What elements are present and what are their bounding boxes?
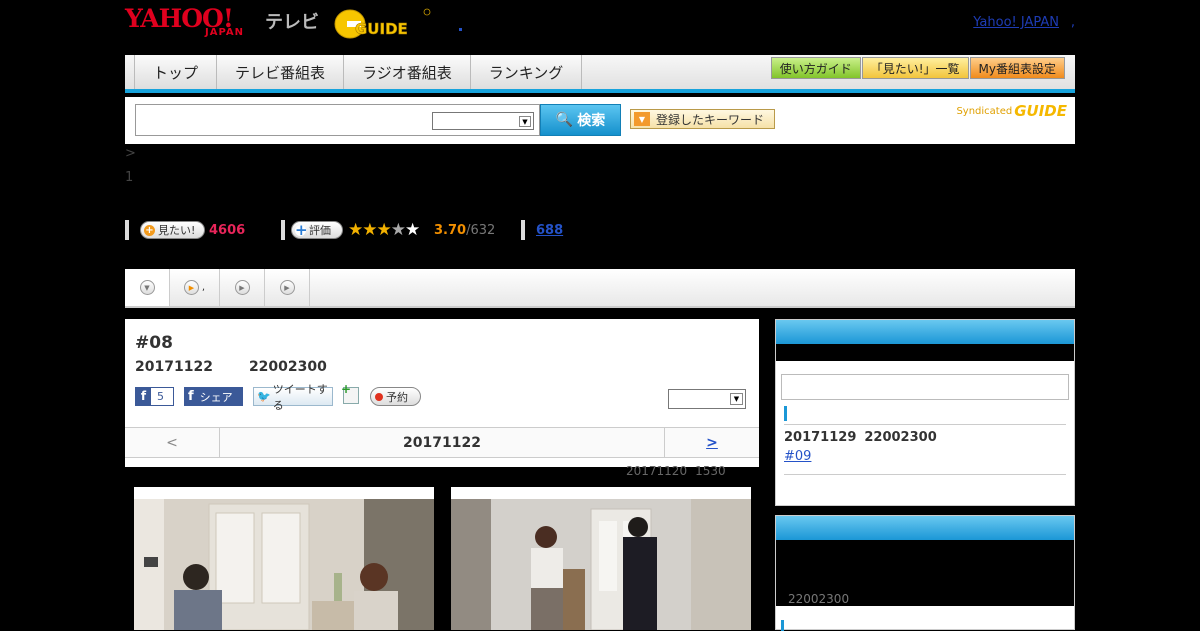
- tab-4[interactable]: ▶: [265, 269, 310, 306]
- facebook-share-button[interactable]: f シェア: [184, 387, 243, 406]
- search-icon: 🔍: [555, 112, 574, 128]
- search-button[interactable]: 🔍 検索: [540, 104, 621, 136]
- rate-label: 評価: [309, 224, 331, 237]
- search-category-select[interactable]: ▼: [432, 112, 534, 130]
- play-icon: ▶: [234, 280, 250, 295]
- episode-photo-2[interactable]: [451, 487, 751, 630]
- dropdown-arrow-icon: ▼: [634, 112, 650, 126]
- review-count-link[interactable]: 688: [536, 223, 563, 238]
- related-header: [776, 516, 1074, 540]
- tab-1[interactable]: ▼: [125, 269, 170, 306]
- program-stats: + 見たい! 4606 + 評価 ★★★★★ 3.70/632 688: [125, 220, 1075, 242]
- saved-keywords-button[interactable]: ▼ 登録したキーワード: [630, 109, 775, 129]
- prev-episode-button[interactable]: <: [125, 428, 220, 457]
- reserve-label: 予約: [386, 390, 408, 404]
- want-count: 4606: [209, 223, 246, 238]
- chevron-down-icon: ▼: [519, 116, 531, 127]
- episode-time: 22002300: [248, 359, 327, 375]
- top-link-separator: ,: [1070, 15, 1075, 30]
- episode-navigation: < 20171122 >: [125, 427, 759, 458]
- breadcrumb: >: [125, 146, 136, 161]
- facebook-icon: f: [188, 389, 194, 404]
- yahoo-japan-link[interactable]: Yahoo! JAPAN: [973, 15, 1059, 30]
- side-search-input[interactable]: [781, 374, 1069, 400]
- next-episode-title-link[interactable]: #09: [784, 449, 811, 464]
- side-section-marker: [784, 406, 787, 421]
- nav-radio-listings[interactable]: ラジオ番組表: [343, 55, 470, 89]
- facebook-share-label: シェア: [199, 390, 233, 404]
- next-episode-link[interactable]: >: [664, 428, 759, 457]
- episode-title: #08: [135, 333, 173, 353]
- breadcrumb-sub: 1: [125, 170, 134, 185]
- want-label: 見たい!: [158, 224, 196, 237]
- search-bar: ▼ 🔍 検索 ▼ 登録したキーワード Syndicated GUIDE: [125, 97, 1075, 144]
- next-broadcast-panel: 20171129 22002300 #09: [775, 319, 1075, 506]
- episode-photo-1[interactable]: [134, 487, 434, 630]
- gguide-logo[interactable]: GUIDE: [333, 6, 431, 40]
- rating-stars: ★★★★★: [348, 220, 420, 240]
- twitter-bird-icon: 🐦: [257, 390, 271, 403]
- episode-select[interactable]: ▼: [668, 389, 746, 409]
- add-calendar-icon[interactable]: [341, 382, 359, 404]
- facebook-like-count: 5: [157, 390, 164, 403]
- episode-date: 20171122: [135, 359, 213, 375]
- chevron-down-icon: ▼: [139, 280, 155, 295]
- facebook-like-button[interactable]: f 5: [135, 387, 174, 406]
- usage-guide-button[interactable]: 使い方ガイド: [770, 57, 861, 79]
- related-airtime: 22002300: [788, 592, 850, 606]
- episode-airtime: 20171122 22002300: [135, 359, 327, 375]
- main-navbar: トップ テレビ番組表 ラジオ番組表 ランキング 使い方ガイド 「見たい!」一覧 …: [125, 55, 1075, 93]
- scene-image-2: [451, 499, 751, 630]
- tab-3[interactable]: ▶: [220, 269, 265, 306]
- facebook-icon: f: [136, 388, 151, 405]
- tab-2[interactable]: ▶ ,: [170, 269, 220, 306]
- tv-logo-text[interactable]: テレビ: [265, 8, 319, 34]
- divider: [784, 474, 1066, 475]
- stat-divider: [125, 220, 129, 240]
- search-button-label: 検索: [577, 113, 606, 129]
- stat-divider: [281, 220, 285, 240]
- record-dot-icon: [375, 392, 383, 401]
- nav-top[interactable]: トップ: [134, 55, 217, 89]
- syndicated-gguide-logo: Syndicated GUIDE: [956, 102, 1067, 120]
- updated-timestamp: 20171120 1530: [626, 464, 726, 478]
- site-header: YAHOO! JAPAN テレビ GUIDE Yahoo! JAPAN ,: [125, 0, 1075, 55]
- syndicated-text: Syndicated: [956, 105, 1013, 117]
- related-panel: 22002300: [775, 515, 1075, 631]
- rating-value: 3.70/632: [434, 223, 496, 238]
- syndicated-logo-text: GUIDE: [1014, 102, 1067, 120]
- program-tabs: ▼ ▶ , ▶ ▶: [125, 269, 1075, 308]
- want-button[interactable]: + 見たい!: [140, 221, 205, 239]
- nav-tv-listings[interactable]: テレビ番組表: [216, 55, 344, 89]
- play-icon: ▶: [183, 280, 199, 295]
- svg-text:GUIDE: GUIDE: [355, 20, 408, 38]
- tab-2-label: ,: [201, 282, 206, 293]
- reserve-button[interactable]: 予約: [370, 387, 421, 406]
- divider: [784, 424, 1066, 425]
- chevron-down-icon: ▼: [730, 393, 743, 405]
- tweet-button[interactable]: 🐦 ツイートする: [253, 383, 333, 412]
- want-list-button[interactable]: 「見たい!」一覧: [861, 57, 969, 79]
- scene-image-1: [134, 499, 434, 630]
- yahoo-japan-text: JAPAN: [205, 27, 244, 38]
- current-episode-date: 20171122: [403, 434, 481, 451]
- header-dot: [459, 28, 462, 31]
- next-broadcast-header: [776, 320, 1074, 344]
- stat-divider: [521, 220, 525, 240]
- nav-ranking[interactable]: ランキング: [469, 55, 583, 89]
- next-broadcast-title-bar: [776, 344, 1074, 361]
- plus-icon: +: [295, 220, 308, 239]
- episode-panel: #08 20171122 22002300 f 5 f シェア 🐦 ツイートする …: [125, 319, 759, 467]
- plus-icon: +: [144, 224, 155, 236]
- tweet-label: ツイートする: [272, 382, 328, 412]
- saved-keywords-label: 登録したキーワード: [656, 112, 765, 127]
- side-section-marker: [781, 620, 784, 631]
- play-icon: ▶: [279, 280, 295, 295]
- rate-button[interactable]: + 評価: [291, 221, 343, 239]
- next-broadcast-airtime: 20171129 22002300: [784, 430, 937, 445]
- my-listing-settings-button[interactable]: My番組表設定: [969, 57, 1065, 79]
